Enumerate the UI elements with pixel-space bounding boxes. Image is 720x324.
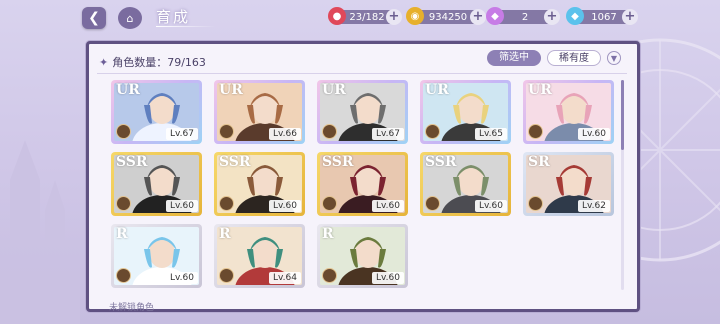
rarity-badge: R bbox=[219, 226, 231, 242]
level-label: Lv.60 bbox=[269, 200, 301, 212]
element-icon bbox=[116, 124, 131, 139]
level-label: Lv.60 bbox=[372, 200, 404, 212]
element-icon bbox=[528, 124, 543, 139]
character-card[interactable]: SSR Lv.60 bbox=[111, 152, 202, 216]
element-icon bbox=[219, 124, 234, 139]
level-label: Lv.60 bbox=[578, 128, 610, 140]
rarity-badge: SSR bbox=[425, 154, 457, 170]
add-stamina-button[interactable]: + bbox=[386, 9, 402, 25]
add-diamond-button[interactable]: + bbox=[622, 9, 638, 25]
element-icon bbox=[219, 268, 234, 283]
rarity-badge: SSR bbox=[322, 154, 354, 170]
level-label: Lv.60 bbox=[475, 200, 507, 212]
level-label: Lv.65 bbox=[475, 128, 507, 140]
back-arrow-icon: ❮ bbox=[88, 10, 100, 26]
character-card[interactable]: SSR Lv.60 bbox=[420, 152, 511, 216]
rarity-badge: R bbox=[116, 226, 128, 242]
level-label: Lv.62 bbox=[578, 200, 610, 212]
scrollbar-thumb[interactable] bbox=[621, 80, 624, 150]
rarity-badge: UR bbox=[322, 82, 346, 98]
element-icon bbox=[116, 268, 131, 283]
pink-diamond-icon: ◆ bbox=[486, 7, 504, 25]
rarity-badge: SR bbox=[528, 154, 550, 170]
sparkle-icon: ✦ bbox=[99, 56, 109, 69]
sort-order-icon[interactable]: ▼ bbox=[607, 51, 621, 65]
character-card[interactable]: UR Lv.60 bbox=[523, 80, 614, 144]
home-button[interactable]: ⌂ bbox=[118, 7, 142, 29]
character-card[interactable]: UR Lv.67 bbox=[317, 80, 408, 144]
rarity-badge: UR bbox=[425, 82, 449, 98]
blue-diamond-icon: ◆ bbox=[566, 7, 584, 25]
element-icon bbox=[116, 196, 131, 211]
character-card[interactable]: R Lv.60 bbox=[317, 224, 408, 288]
page-title: 育成 bbox=[156, 8, 191, 26]
resource-gold: ◉ 934250 + bbox=[406, 7, 486, 25]
element-icon bbox=[528, 196, 543, 211]
level-label: Lv.64 bbox=[269, 272, 301, 284]
rarity-badge: SSR bbox=[116, 154, 148, 170]
rarity-badge: SSR bbox=[219, 154, 251, 170]
add-gold-button[interactable]: + bbox=[470, 9, 486, 25]
locked-characters-hint: 未解锁角色 bbox=[109, 303, 155, 313]
castle-icon: ⌂ bbox=[126, 11, 134, 25]
coin-icon: ◉ bbox=[406, 7, 424, 25]
element-icon bbox=[322, 196, 337, 211]
level-label: Lv.60 bbox=[166, 272, 198, 284]
level-label: Lv.60 bbox=[372, 272, 404, 284]
character-panel: ✦ 角色数量：79/163 筛选中 稀有度 ▼ UR Lv.67 UR Lv.66 UR L… bbox=[86, 41, 640, 313]
resource-gem: ◆ 2 + bbox=[486, 7, 560, 25]
rarity-badge: UR bbox=[528, 82, 552, 98]
resource-diamond: ◆ 1067 + bbox=[566, 7, 638, 25]
title-underline bbox=[156, 26, 216, 27]
character-card[interactable]: SR Lv.62 bbox=[523, 152, 614, 216]
rarity-badge: UR bbox=[116, 82, 140, 98]
level-label: Lv.67 bbox=[166, 128, 198, 140]
back-button[interactable]: ❮ bbox=[82, 7, 106, 29]
element-icon bbox=[322, 268, 337, 283]
level-label: Lv.66 bbox=[269, 128, 301, 140]
character-count-label: 角色数量：79/163 bbox=[112, 56, 206, 69]
filter-button[interactable]: 筛选中 bbox=[487, 50, 541, 66]
character-grid: UR Lv.67 UR Lv.66 UR Lv.67 UR Lv.65 UR Lv.60 SSR Lv… bbox=[111, 80, 614, 290]
resource-stamina: ● 23/182 + bbox=[328, 7, 402, 25]
rarity-badge: R bbox=[322, 226, 334, 242]
character-card[interactable]: UR Lv.67 bbox=[111, 80, 202, 144]
level-label: Lv.60 bbox=[166, 200, 198, 212]
element-icon bbox=[425, 196, 440, 211]
character-card[interactable]: SSR Lv.60 bbox=[317, 152, 408, 216]
element-icon bbox=[322, 124, 337, 139]
top-bar: ❮ ⌂ 育成 ● 23/182 + ◉ 934250 + ◆ 2 + ◆ 106… bbox=[0, 0, 720, 34]
element-icon bbox=[425, 124, 440, 139]
add-gem-button[interactable]: + bbox=[544, 9, 560, 25]
rarity-badge: UR bbox=[219, 82, 243, 98]
header-divider bbox=[97, 73, 627, 74]
character-card[interactable]: SSR Lv.60 bbox=[214, 152, 305, 216]
candy-icon: ● bbox=[328, 7, 346, 25]
character-count: ✦ 角色数量：79/163 bbox=[99, 54, 206, 70]
character-card[interactable]: R Lv.60 bbox=[111, 224, 202, 288]
level-label: Lv.67 bbox=[372, 128, 404, 140]
character-card[interactable]: UR Lv.66 bbox=[214, 80, 305, 144]
element-icon bbox=[219, 196, 234, 211]
rarity-sort-button[interactable]: 稀有度 bbox=[547, 50, 601, 66]
character-card[interactable]: UR Lv.65 bbox=[420, 80, 511, 144]
character-card[interactable]: R Lv.64 bbox=[214, 224, 305, 288]
